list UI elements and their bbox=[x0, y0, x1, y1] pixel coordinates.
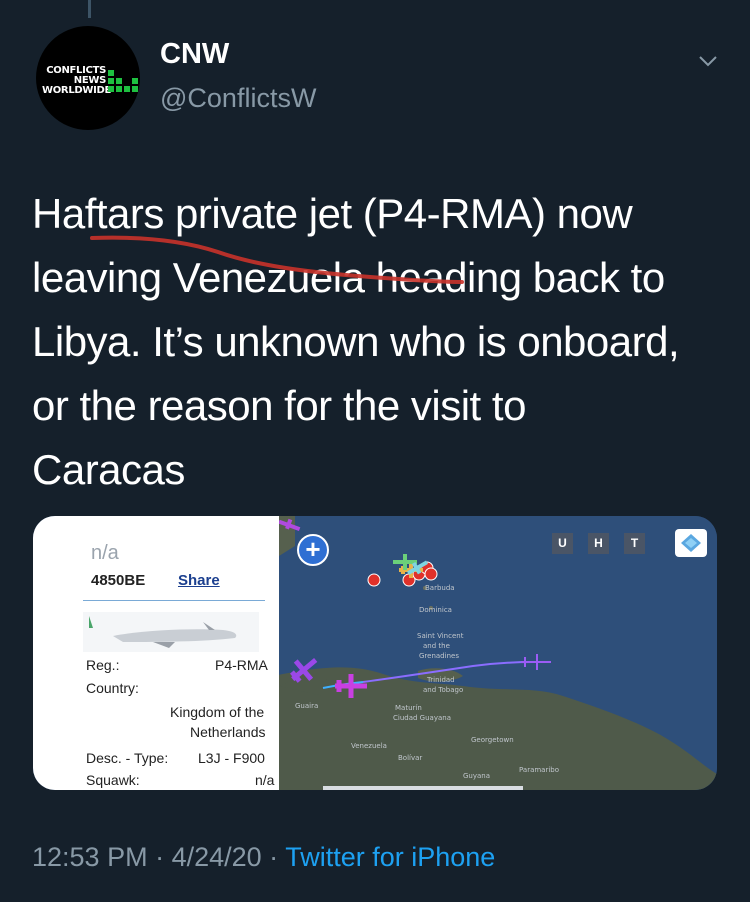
avatar-logo-text: CONFLICTS NEWS WORLDWIDE bbox=[42, 65, 112, 96]
map-label: Saint Vincent bbox=[417, 632, 464, 640]
author-name[interactable]: CNW bbox=[160, 38, 229, 71]
map-label: Maturín bbox=[395, 704, 422, 712]
thread-connector-line bbox=[88, 0, 91, 18]
flight-hex-code: 4850BE bbox=[91, 572, 146, 589]
desc-type-value: L3J - F900 bbox=[198, 750, 265, 766]
country-value: Kingdom of the bbox=[170, 704, 265, 720]
map-label: Venezuela bbox=[351, 742, 387, 750]
country-label: Country: bbox=[86, 680, 139, 696]
avatar[interactable]: CONFLICTS NEWS WORLDWIDE bbox=[36, 26, 140, 130]
map-label: Dominica bbox=[419, 606, 452, 614]
panel-divider bbox=[83, 600, 265, 601]
tweet-date[interactable]: 4/24/20 bbox=[172, 842, 262, 872]
squawk-value: n/a bbox=[255, 772, 275, 788]
flight-callsign: n/a bbox=[91, 542, 119, 564]
tweet-time[interactable]: 12:53 PM bbox=[32, 842, 148, 872]
flight-info-panel: n/a 4850BE Share Reg.: P4-RMA Country: K… bbox=[33, 516, 279, 790]
map-label: Barbuda bbox=[425, 584, 455, 592]
country-value-cont: Netherlands bbox=[190, 724, 266, 740]
tweet-line: Haftars private jet (P4-RMA) now bbox=[32, 190, 633, 237]
chevron-down-icon[interactable] bbox=[698, 54, 718, 68]
map-control-u[interactable]: U bbox=[552, 533, 573, 554]
map-label: Paramaribo bbox=[519, 766, 559, 774]
layers-button[interactable] bbox=[675, 529, 707, 557]
map-label: Guyana bbox=[463, 772, 490, 780]
map-label: and Tobago bbox=[423, 686, 463, 694]
tweet-line: or the reason for the visit to bbox=[32, 382, 526, 429]
map-label: Guaira bbox=[295, 702, 318, 710]
tweet-footer: 12:53 PM · 4/24/20 · Twitter for iPhone bbox=[32, 842, 496, 872]
map-control-h[interactable]: H bbox=[588, 533, 609, 554]
tweet-line: Caracas bbox=[32, 446, 185, 493]
map-label: Grenadines bbox=[419, 652, 459, 660]
layers-icon bbox=[681, 534, 701, 552]
desc-type-label: Desc. - Type: bbox=[86, 750, 169, 766]
zoom-in-button[interactable]: + bbox=[297, 534, 329, 566]
author-handle[interactable]: @ConflictsW bbox=[160, 83, 316, 114]
aircraft-photo bbox=[83, 612, 259, 652]
map-control-t[interactable]: T bbox=[624, 533, 645, 554]
tweet-line: leaving Venezuela heading back to bbox=[32, 254, 665, 301]
squawk-label: Squawk: bbox=[86, 772, 140, 788]
tweet-text: Haftars private jet (P4-RMA) now leaving… bbox=[32, 182, 732, 502]
reg-value: P4-RMA bbox=[215, 657, 268, 673]
tweet-line: Libya. It’s unknown who is onboard, bbox=[32, 318, 680, 365]
share-link[interactable]: Share bbox=[178, 572, 220, 589]
tweet-source-link[interactable]: Twitter for iPhone bbox=[285, 842, 495, 872]
map-label: Georgetown bbox=[471, 736, 514, 744]
map-label: and the bbox=[423, 642, 450, 650]
reg-label: Reg.: bbox=[86, 657, 120, 673]
map-label: Bolívar bbox=[398, 754, 422, 762]
map-label: Trinidad bbox=[426, 676, 455, 684]
map-label: Ciudad Guayana bbox=[393, 714, 451, 722]
tweet-media-image[interactable]: Barbuda Dominica Saint Vincent and the G… bbox=[33, 516, 717, 790]
